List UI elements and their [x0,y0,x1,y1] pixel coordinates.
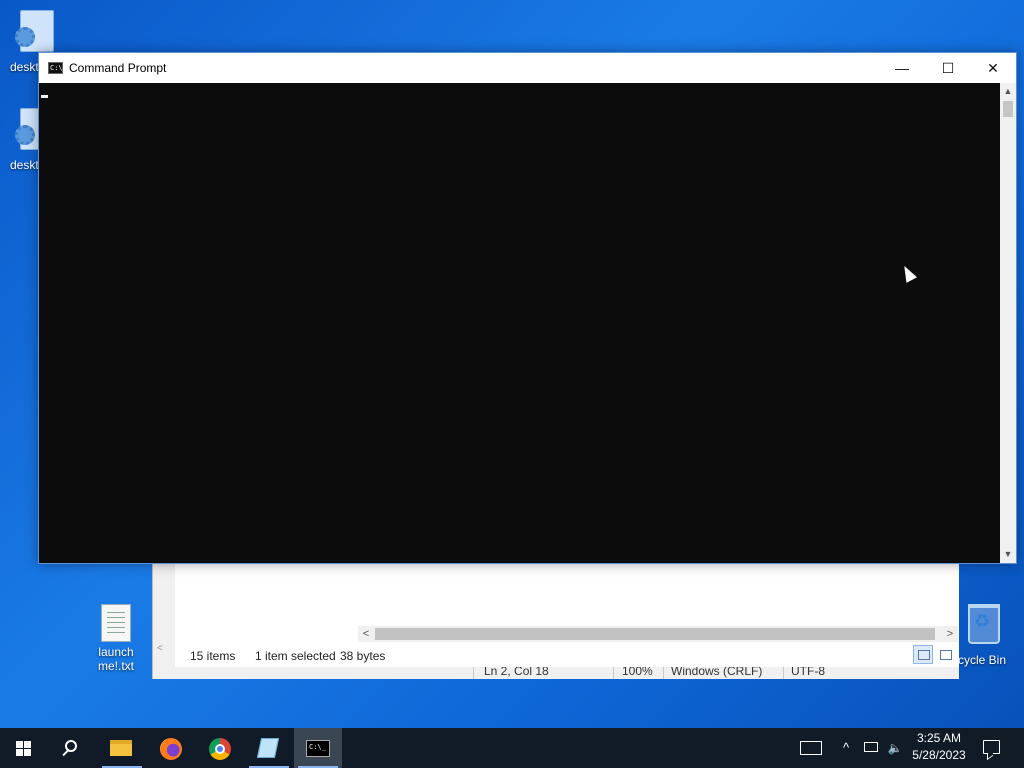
scrollbar-thumb[interactable] [375,628,935,640]
text-file-icon [101,604,131,642]
desktop-icon-label: deskt [10,60,39,74]
close-button[interactable]: ✕ [970,53,1016,83]
file-list-area[interactable]: < > [175,563,959,643]
command-prompt-window[interactable]: C:\ Command Prompt — ☐ ✕ ▲ ▼ [38,52,1017,564]
explorer-status-bar: 15 items 1 item selected 38 bytes [175,643,959,667]
desktop-icon-label: deskt [10,158,39,172]
search-icon [65,740,77,752]
system-clock[interactable]: 3:25 AM 5/28/2023 [908,730,970,764]
search-button[interactable] [48,728,96,768]
start-button[interactable] [0,728,48,768]
desktop-icon-label-line2: me!.txt [97,659,134,673]
scroll-left-icon: < [157,643,163,654]
network-icon[interactable] [860,728,882,768]
show-hidden-icons-button[interactable]: ^ [836,728,856,768]
window-title: Command Prompt [69,61,167,75]
scroll-up-button[interactable]: ▲ [1000,83,1016,100]
command-prompt-icon: C:\_ [306,740,330,757]
horizontal-scrollbar[interactable]: < > [358,626,958,642]
zoom-level: 100% [622,667,653,678]
line-ending: Windows (CRLF) [671,667,763,678]
item-count: 15 items [190,649,236,663]
maximize-button[interactable]: ☐ [925,53,971,83]
notepad-icon [256,738,280,758]
title-bar[interactable]: C:\ Command Prompt — ☐ ✕ [39,53,1016,83]
taskbar-file-explorer[interactable] [98,728,146,768]
minimize-button[interactable]: — [879,53,925,83]
notepad-status-bar: Ln 2, Col 18 100% Windows (CRLF) UTF-8 [153,667,959,679]
news-icon [800,741,822,755]
windows-logo-icon [16,741,32,757]
vertical-scrollbar[interactable]: ▲ ▼ [1000,83,1016,563]
volume-muted-icon[interactable]: 🔈 [884,728,906,768]
scroll-right-button[interactable]: > [942,626,958,642]
taskbar: C:\_ ^ 🔈 3:25 AM 5/28/2023 [0,728,1024,768]
scroll-down-button[interactable]: ▼ [1000,546,1016,563]
taskbar-firefox[interactable] [147,728,195,768]
background-window[interactable]: < > < 15 items 1 item selected 38 bytes … [152,562,959,679]
taskbar-chrome[interactable] [196,728,244,768]
console-output[interactable] [39,83,1000,563]
text-cursor [41,95,48,98]
desktop-icon-label-line1: launch [98,645,134,659]
encoding: UTF-8 [791,667,825,678]
desktop-icon-settings-1[interactable]: deskt [2,10,72,74]
scroll-left-button[interactable]: < [358,626,374,642]
details-view-icon [918,650,930,660]
clock-time: 3:25 AM [916,731,962,745]
firefox-icon [160,738,182,760]
taskbar-notepad[interactable] [245,728,293,768]
clock-date: 5/28/2023 [912,748,966,762]
large-icons-view-button[interactable] [935,645,955,664]
chrome-icon [209,738,231,760]
cursor-position: Ln 2, Col 18 [484,667,549,678]
selection-count: 1 item selected [255,649,336,663]
notification-center-icon[interactable] [983,740,1000,754]
taskbar-command-prompt[interactable]: C:\_ [294,728,342,768]
selection-size: 38 bytes [340,649,386,663]
command-prompt-icon: C:\ [48,62,63,74]
recycle-bin-icon [968,604,1000,644]
folder-icon [110,740,132,756]
large-icons-view-icon [940,650,952,660]
desktop-icon-launch-me[interactable]: launch me!.txt [81,604,151,673]
settings-file-icon [15,10,54,52]
desktop-icon-label: cycle Bin [958,653,1007,667]
details-view-button[interactable] [913,645,933,664]
scrollbar-thumb[interactable] [1003,101,1013,117]
news-widget-button[interactable] [796,728,826,768]
